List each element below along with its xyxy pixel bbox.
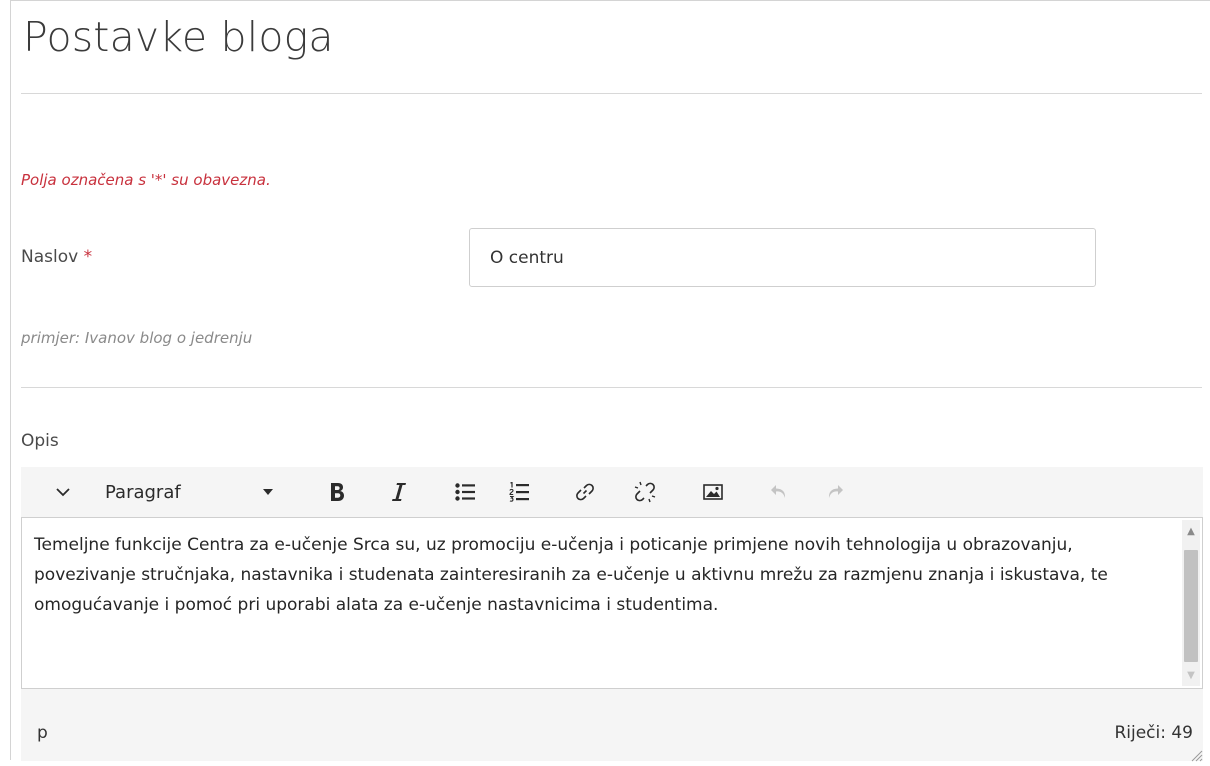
link-icon [575, 482, 595, 502]
image-button[interactable] [695, 467, 731, 517]
title-label-text: Naslov [21, 247, 79, 267]
scroll-up-icon[interactable]: ▲ [1182, 522, 1200, 540]
required-mark: * [83, 247, 93, 267]
bold-icon [329, 482, 345, 502]
word-count: Riječi: 49 [1114, 723, 1193, 743]
required-fields-note: Polja označena s '*' su obavezna. [21, 171, 271, 189]
description-label: Opis [21, 431, 59, 451]
editor-content[interactable]: Temeljne funkcije Centra za e-učenje Src… [34, 530, 1162, 620]
chevron-down-icon[interactable] [41, 467, 85, 517]
scroll-thumb[interactable] [1184, 550, 1198, 662]
italic-icon [391, 482, 407, 502]
format-select-label: Paragraf [105, 481, 181, 503]
unlink-icon [634, 481, 656, 503]
scroll-down-icon[interactable]: ▼ [1182, 666, 1200, 684]
numbered-list-button[interactable] [501, 467, 537, 517]
editor-toolbar: Paragraf [21, 467, 1203, 517]
resize-handle-icon[interactable] [1189, 747, 1203, 762]
title-hint: primjer: Ivanov blog o jedrenju [21, 329, 253, 347]
page-title: Postavke bloga [23, 13, 334, 61]
bullet-list-button[interactable] [447, 467, 483, 517]
blog-settings-page: Postavke bloga Polja označena s '*' su o… [10, 0, 1210, 762]
section-divider [21, 387, 1202, 388]
link-button[interactable] [567, 467, 603, 517]
redo-icon [826, 484, 844, 500]
title-divider [21, 93, 1202, 94]
undo-button[interactable] [763, 467, 795, 517]
image-icon [703, 484, 723, 500]
caret-down-icon [263, 489, 273, 495]
numbered-list-icon [509, 482, 529, 502]
bold-button[interactable] [319, 467, 355, 517]
element-path[interactable]: p [37, 723, 48, 743]
title-label: Naslov * [21, 247, 92, 267]
redo-button[interactable] [819, 467, 851, 517]
bullet-list-icon [455, 483, 475, 501]
editor-scrollbar[interactable]: ▲ ▼ [1182, 520, 1200, 686]
italic-button[interactable] [381, 467, 417, 517]
title-input[interactable] [469, 228, 1096, 287]
format-select[interactable]: Paragraf [105, 467, 281, 517]
unlink-button[interactable] [627, 467, 663, 517]
editor-area[interactable]: Temeljne funkcije Centra za e-učenje Src… [21, 517, 1203, 689]
editor-statusbar: p Riječi: 49 [21, 689, 1203, 762]
undo-icon [770, 484, 788, 500]
